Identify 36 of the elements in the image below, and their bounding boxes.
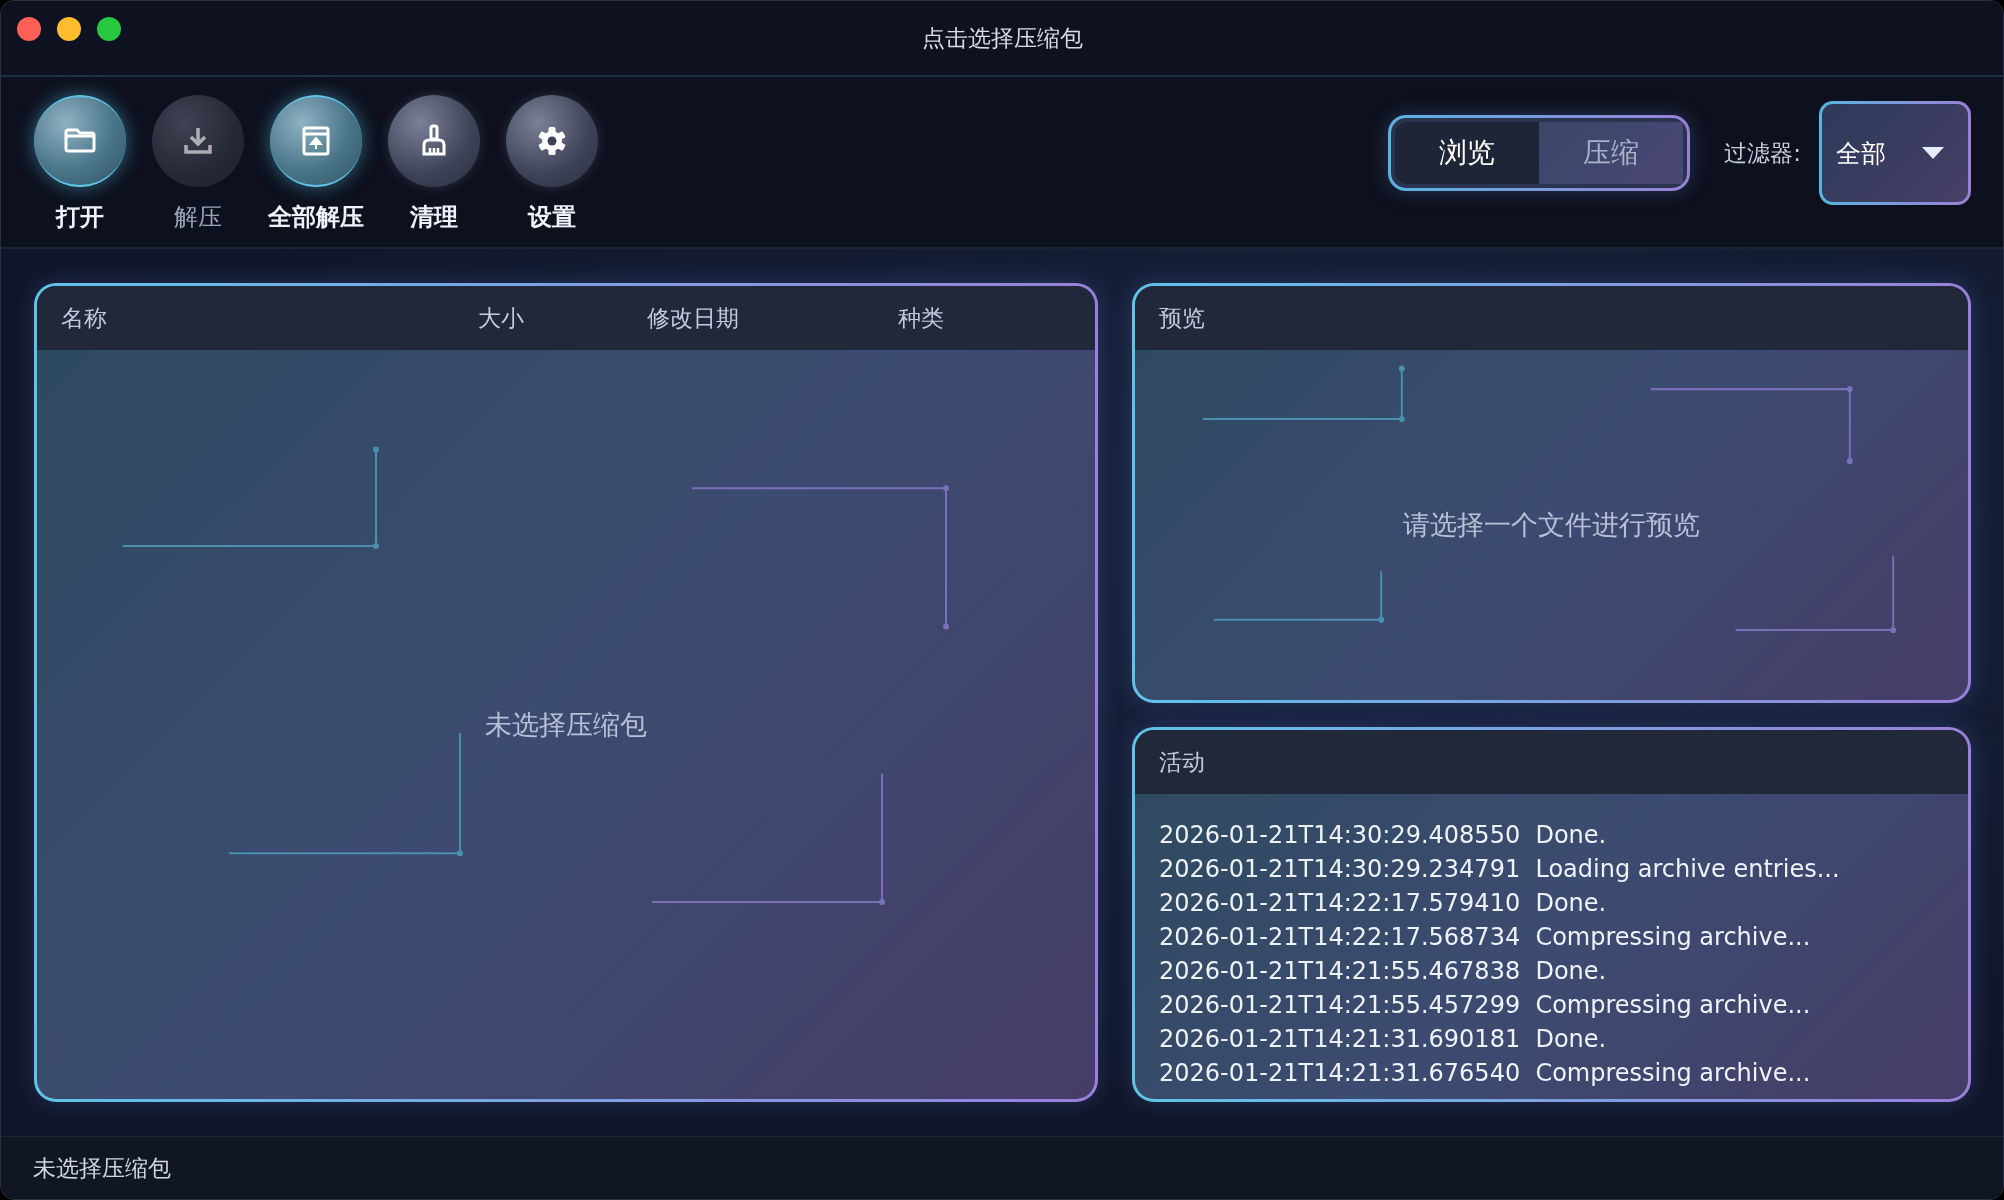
- log-entry: 2026-01-21T14:22:17.579410 Done.: [1159, 888, 1608, 918]
- empty-message: 未选择压缩包: [485, 707, 647, 742]
- column-header[interactable]: 大小: [478, 302, 647, 334]
- toolbar-button[interactable]: [34, 95, 126, 187]
- preview-empty-message: 请选择一个文件进行预览: [1403, 508, 1700, 542]
- caret-icon: [1922, 147, 1944, 159]
- toolbar-button[interactable]: [388, 95, 480, 187]
- log-entry: 2026-01-21T14:21:55.467838 Done.: [1159, 956, 1608, 986]
- column-header[interactable]: 种类: [898, 302, 944, 334]
- zoom-button[interactable]: [97, 17, 121, 41]
- log-entry: 2026-01-21T14:30:29.408550 Done.: [1159, 820, 1608, 850]
- minimize-button[interactable]: [57, 17, 81, 41]
- toolbar-button-label: 解压: [174, 202, 222, 233]
- status-text: 未选择压缩包: [33, 1153, 171, 1183]
- column-header[interactable]: 修改日期: [647, 302, 898, 334]
- close-button[interactable]: [17, 17, 41, 41]
- log-entry: 2026-01-21T14:21:31.676540 Compressing archive...: [1159, 1058, 1812, 1088]
- log-entry: 2026-01-21T14:22:17.568734 Compressing archive...: [1159, 922, 1812, 952]
- mode-tab[interactable]: 压缩: [1539, 122, 1684, 184]
- filter-dropdown[interactable]: 全部: [1819, 101, 1971, 205]
- toolbar-button-label: 清理: [410, 202, 458, 233]
- log-entry: 2026-01-21T14:21:55.457299 Compressing archive...: [1159, 990, 1812, 1020]
- filter-label: 过滤器:: [1724, 138, 1801, 168]
- panel-title: 活动: [1159, 747, 1205, 777]
- panel-title: 预览: [1159, 303, 1205, 333]
- window-title: 点击选择压缩包: [921, 23, 1083, 53]
- mode-tab[interactable]: 浏览: [1395, 122, 1540, 184]
- toolbar-button-label: 打开: [56, 202, 104, 233]
- toolbar-button[interactable]: [270, 95, 362, 187]
- dropdown-value: 全部: [1836, 137, 1886, 170]
- log-entry: 2026-01-21T14:21:31.690181 Done.: [1159, 1024, 1608, 1054]
- toolbar-button[interactable]: [506, 95, 598, 187]
- toolbar-button-label: 设置: [528, 202, 576, 233]
- log-entry: 2026-01-21T14:30:29.234791 Loading archive entries...: [1159, 854, 1841, 884]
- column-header[interactable]: 名称: [61, 302, 478, 334]
- toolbar-button-label: 全部解压: [268, 202, 364, 233]
